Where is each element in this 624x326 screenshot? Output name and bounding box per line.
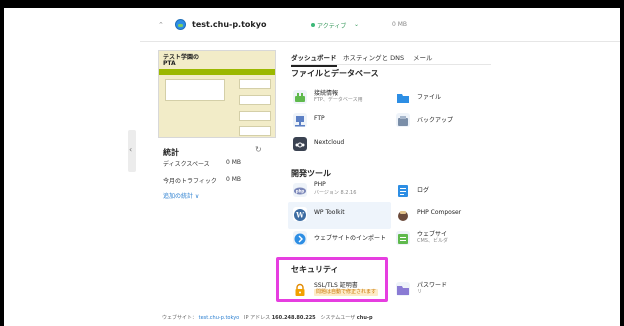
- section-files-databases: ファイルとデータベース: [291, 69, 379, 78]
- lock-icon: [293, 282, 307, 296]
- tool-php-composer[interactable]: PHP Composer: [396, 204, 461, 228]
- tool-files[interactable]: ファイル: [396, 87, 452, 111]
- preview-nav-bar: [159, 69, 275, 75]
- status-dot-icon: [311, 23, 315, 27]
- password-folder-icon: [396, 282, 410, 296]
- tool-site-builder[interactable]: ウェブサイ CMS、ビルダ: [396, 228, 452, 252]
- tool-website-import[interactable]: ウェブサイトのインポート: [293, 228, 388, 252]
- site-builder-icon: [396, 231, 410, 245]
- tool-connection-info[interactable]: 接続情報 FTP、データベース用: [293, 87, 388, 111]
- composer-icon: [396, 207, 410, 221]
- traffic-label: 今月のトラフィック: [163, 178, 217, 185]
- website-import-icon: [293, 231, 307, 245]
- php-icon: php: [293, 183, 307, 197]
- tab-dashboard[interactable]: ダッシュボード: [291, 52, 337, 67]
- logs-icon: [396, 183, 410, 197]
- chevron-up-icon[interactable]: ⌃: [158, 21, 164, 29]
- traffic-value: 0 MB: [226, 176, 242, 183]
- website-preview[interactable]: テスト学園の PTA: [158, 50, 276, 138]
- tool-backup[interactable]: バックアップ: [396, 110, 453, 134]
- domain-header: ⌃ test.chu-p.tokyo アクティブ ⌄ 0 MB: [140, 10, 620, 42]
- nextcloud-icon: [293, 137, 307, 151]
- backup-icon: [396, 113, 410, 127]
- domain-status[interactable]: アクティブ: [317, 21, 346, 30]
- tool-ftp[interactable]: FTP: [293, 110, 388, 134]
- preview-card: [239, 126, 271, 136]
- tool-password-protection[interactable]: パスワード リ: [396, 279, 452, 303]
- plug-icon: [293, 90, 307, 104]
- section-dev-tools: 開発ツール: [291, 169, 331, 178]
- wordpress-icon: W: [293, 207, 307, 221]
- tool-logs[interactable]: ログ: [396, 180, 452, 204]
- ftp-icon: [293, 113, 307, 127]
- svg-text:php: php: [296, 189, 305, 194]
- left-edge-bar: [0, 8, 4, 326]
- tab-hosting-dns[interactable]: ホスティングと DNS: [343, 52, 404, 62]
- preview-card: [239, 111, 271, 121]
- folder-icon: [396, 90, 410, 104]
- disk-space-value: 0 MB: [226, 159, 242, 166]
- ssl-auto-fix-badge: 問題は自動で修正されます: [314, 289, 379, 296]
- disk-space-label: ディスクスペース: [163, 161, 210, 168]
- refresh-icon[interactable]: ↻: [255, 145, 262, 154]
- sidebar-collapse-handle[interactable]: ‹: [128, 130, 136, 172]
- chevron-down-icon[interactable]: ⌄: [354, 21, 359, 28]
- preview-card: [239, 95, 271, 105]
- additional-stats-link[interactable]: 追加の統計 ∨: [163, 191, 199, 200]
- svg-text:W: W: [295, 211, 304, 220]
- preview-card: [239, 79, 271, 89]
- preview-title: テスト学園の PTA: [163, 54, 200, 67]
- right-edge-bar: [620, 8, 624, 326]
- top-black-bar: [0, 0, 624, 8]
- tab-mail[interactable]: メール: [413, 52, 433, 62]
- domain-name[interactable]: test.chu-p.tokyo: [192, 20, 266, 29]
- ip-address: 160.248.80.225: [271, 315, 316, 321]
- tool-ssl-certificate[interactable]: SSL/TLS 証明書 問題は自動で修正されます: [293, 279, 383, 303]
- domain-size: 0 MB: [392, 21, 408, 28]
- site-link[interactable]: test.chu-p.tokyo: [199, 315, 240, 321]
- preview-content: [165, 79, 225, 101]
- stats-title: 統計: [163, 148, 179, 157]
- system-user: chu-p: [356, 315, 373, 321]
- globe-icon: [175, 19, 186, 30]
- chevron-left-icon: ‹: [129, 145, 133, 154]
- tool-nextcloud[interactable]: Nextcloud: [293, 134, 388, 158]
- tab-bar: ダッシュボード ホスティングと DNS メール: [291, 51, 491, 67]
- tool-wp-toolkit[interactable]: W WP Toolkit: [293, 204, 388, 228]
- tool-php[interactable]: php PHP バージョン 8.2.16: [293, 180, 388, 204]
- site-info-footer: ウェブサイト： test.chu-p.tokyo IP アドレス 160.248…: [162, 315, 373, 321]
